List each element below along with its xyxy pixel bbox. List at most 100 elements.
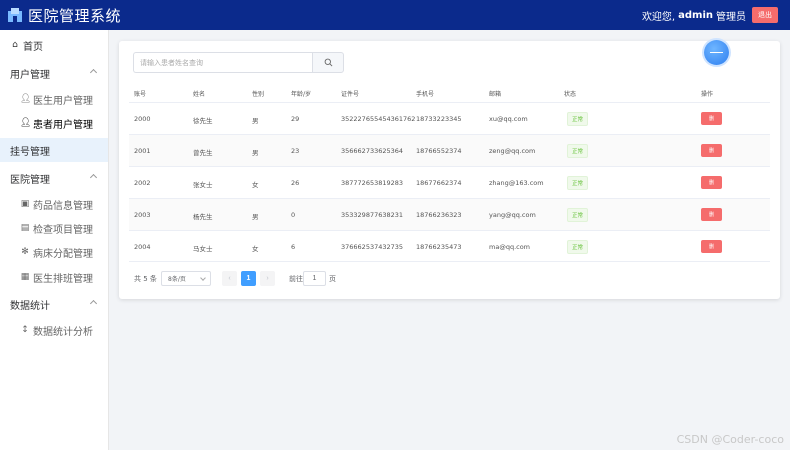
sidebar-item-drug[interactable]: ▣ 药品信息管理 <box>0 192 108 216</box>
search-button[interactable] <box>312 52 344 73</box>
col-header-account: 账号 <box>134 91 147 98</box>
status-badge: 正常 <box>567 176 589 190</box>
sidebar: ⌂ 首页 用户管理 👤︎ 医生用户管理 👤︎ 患者用户管理 挂号管理 医院管理 … <box>0 30 109 450</box>
sidebar-item-exam[interactable]: ▤ 检查项目管理 <box>0 216 108 240</box>
user-icon: 👤︎ <box>20 118 32 128</box>
sidebar-item-label: 数据统计分析 <box>33 326 93 338</box>
username: admin <box>678 9 713 21</box>
welcome-text: 欢迎您, <box>641 11 676 23</box>
cell-idcard: 356662733625364 <box>341 147 404 155</box>
cell-account: 2003 <box>134 211 151 219</box>
table-divider <box>129 261 770 262</box>
col-header-idcard: 证件号 <box>341 91 360 98</box>
delete-button[interactable]: 删 <box>701 240 722 253</box>
goto-page-input[interactable]: 1 <box>303 271 326 286</box>
cell-gender: 男 <box>252 213 259 221</box>
cell-name: 杨先生 <box>193 213 213 221</box>
sidebar-group-user[interactable]: 用户管理 <box>0 61 108 85</box>
cell-age: 29 <box>291 115 300 123</box>
cell-idcard: 387772653819283 <box>341 179 404 187</box>
sidebar-item-patient-user[interactable]: 👤︎ 患者用户管理 <box>0 111 108 135</box>
clipboard-icon: ▤ <box>20 223 30 233</box>
sidebar-item-home[interactable]: ⌂ 首页 <box>0 33 108 57</box>
page-size-select[interactable]: 8条/页 <box>161 271 211 286</box>
cell-account: 2004 <box>134 243 151 251</box>
logout-button[interactable]: 退出 <box>752 7 778 23</box>
watermark: CSDN @Coder-coco <box>676 433 784 446</box>
patient-table-card: 请输入患者姓名查询 账号 姓名 性别 年龄/岁 证件号 手机号 邮箱 状态 操作… <box>119 40 780 299</box>
table-row: 2003 杨先生 男 0 353329877638231 18766236323… <box>129 198 770 230</box>
sidebar-item-label: 医生排班管理 <box>33 273 93 285</box>
col-header-email: 邮箱 <box>489 91 502 98</box>
table-row: 2002 张女士 女 26 387772653819283 1867766237… <box>129 166 770 198</box>
table-row: 2004 马女士 女 6 376662537432735 18766235473… <box>129 230 770 262</box>
sort-icon: ↕ <box>21 325 29 335</box>
user-area: 欢迎您, admin 管理员 退出 <box>642 7 778 23</box>
sidebar-item-doctor-user[interactable]: 👤︎ 医生用户管理 <box>0 87 108 111</box>
pagination-total: 共 5 条 <box>134 275 157 283</box>
sidebar-group-hospital[interactable]: 医院管理 <box>0 166 108 190</box>
cell-email: zhang@163.com <box>489 179 544 187</box>
cell-email: ma@qq.com <box>489 243 531 251</box>
delete-button[interactable]: 删 <box>701 144 722 157</box>
col-header-gender: 性别 <box>252 91 265 98</box>
sidebar-group-label: 用户管理 <box>10 69 50 81</box>
status-badge: 正常 <box>567 144 589 158</box>
sidebar-item-label: 病床分配管理 <box>33 248 93 260</box>
delete-button[interactable]: 删 <box>701 176 722 189</box>
col-header-age: 年龄/岁 <box>291 91 312 98</box>
cell-idcard: 376662537432735 <box>341 243 404 251</box>
delete-button[interactable]: 删 <box>701 208 722 221</box>
sidebar-item-label: 首页 <box>23 41 43 53</box>
cell-account: 2000 <box>134 115 151 123</box>
chevron-up-icon <box>89 68 98 77</box>
sidebar-item-bed[interactable]: ✻ 病床分配管理 <box>0 240 108 264</box>
cell-account: 2001 <box>134 147 151 155</box>
cell-name: 曾先生 <box>193 149 213 157</box>
cell-phone: 18677662374 <box>416 179 462 187</box>
cell-email: xu@qq.com <box>489 115 528 123</box>
cell-age: 23 <box>291 147 300 155</box>
cell-age: 26 <box>291 179 300 187</box>
cell-account: 2002 <box>134 179 151 187</box>
cell-phone: 18766552374 <box>416 147 462 155</box>
hospital-logo-icon <box>8 8 22 22</box>
cell-idcard: 353329877638231 <box>341 211 404 219</box>
col-header-action: 操作 <box>701 91 714 98</box>
cell-name: 徐先生 <box>193 117 213 125</box>
table-row: 2000 徐先生 男 29 352227655454361762 1873322… <box>129 102 770 134</box>
setting-icon: ✻ <box>21 247 29 257</box>
search-placeholder: 请输入患者姓名查询 <box>140 58 203 67</box>
floating-assistant-button[interactable] <box>704 40 729 65</box>
sidebar-group-stats[interactable]: 数据统计 <box>0 292 108 316</box>
search-icon <box>324 58 332 67</box>
prev-page-button[interactable]: ‹ <box>222 271 237 286</box>
sidebar-item-label: 药品信息管理 <box>33 200 93 212</box>
sidebar-group-register[interactable]: 挂号管理 <box>0 138 108 162</box>
status-badge: 正常 <box>567 240 589 254</box>
col-header-phone: 手机号 <box>416 91 435 98</box>
medicine-box-icon: ▣ <box>20 199 30 209</box>
sidebar-group-label: 医院管理 <box>10 174 50 186</box>
app-title: 医院管理系统 <box>28 6 122 25</box>
cell-gender: 男 <box>252 117 259 125</box>
cell-age: 6 <box>291 243 296 251</box>
sidebar-item-label: 检查项目管理 <box>33 224 93 236</box>
cell-phone: 18766235473 <box>416 243 462 251</box>
col-header-status: 状态 <box>564 91 577 98</box>
sidebar-item-schedule[interactable]: ▦ 医生排班管理 <box>0 265 108 289</box>
delete-button[interactable]: 删 <box>701 112 722 125</box>
cell-email: zeng@qq.com <box>489 147 536 155</box>
user-role: 管理员 <box>716 11 746 23</box>
cell-email: yang@qq.com <box>489 211 536 219</box>
cell-idcard: 352227655454361762 <box>341 115 416 123</box>
sidebar-item-stats[interactable]: ↕ 数据统计分析 <box>0 318 108 342</box>
next-page-button[interactable]: › <box>260 271 275 286</box>
cell-name: 张女士 <box>193 181 213 189</box>
col-header-name: 姓名 <box>193 91 206 98</box>
page-size-value: 8条/页 <box>168 276 186 283</box>
page-number-button[interactable]: 1 <box>241 271 256 286</box>
search-input[interactable]: 请输入患者姓名查询 <box>133 52 313 73</box>
cell-gender: 女 <box>252 245 259 253</box>
home-icon: ⌂ <box>12 40 18 50</box>
